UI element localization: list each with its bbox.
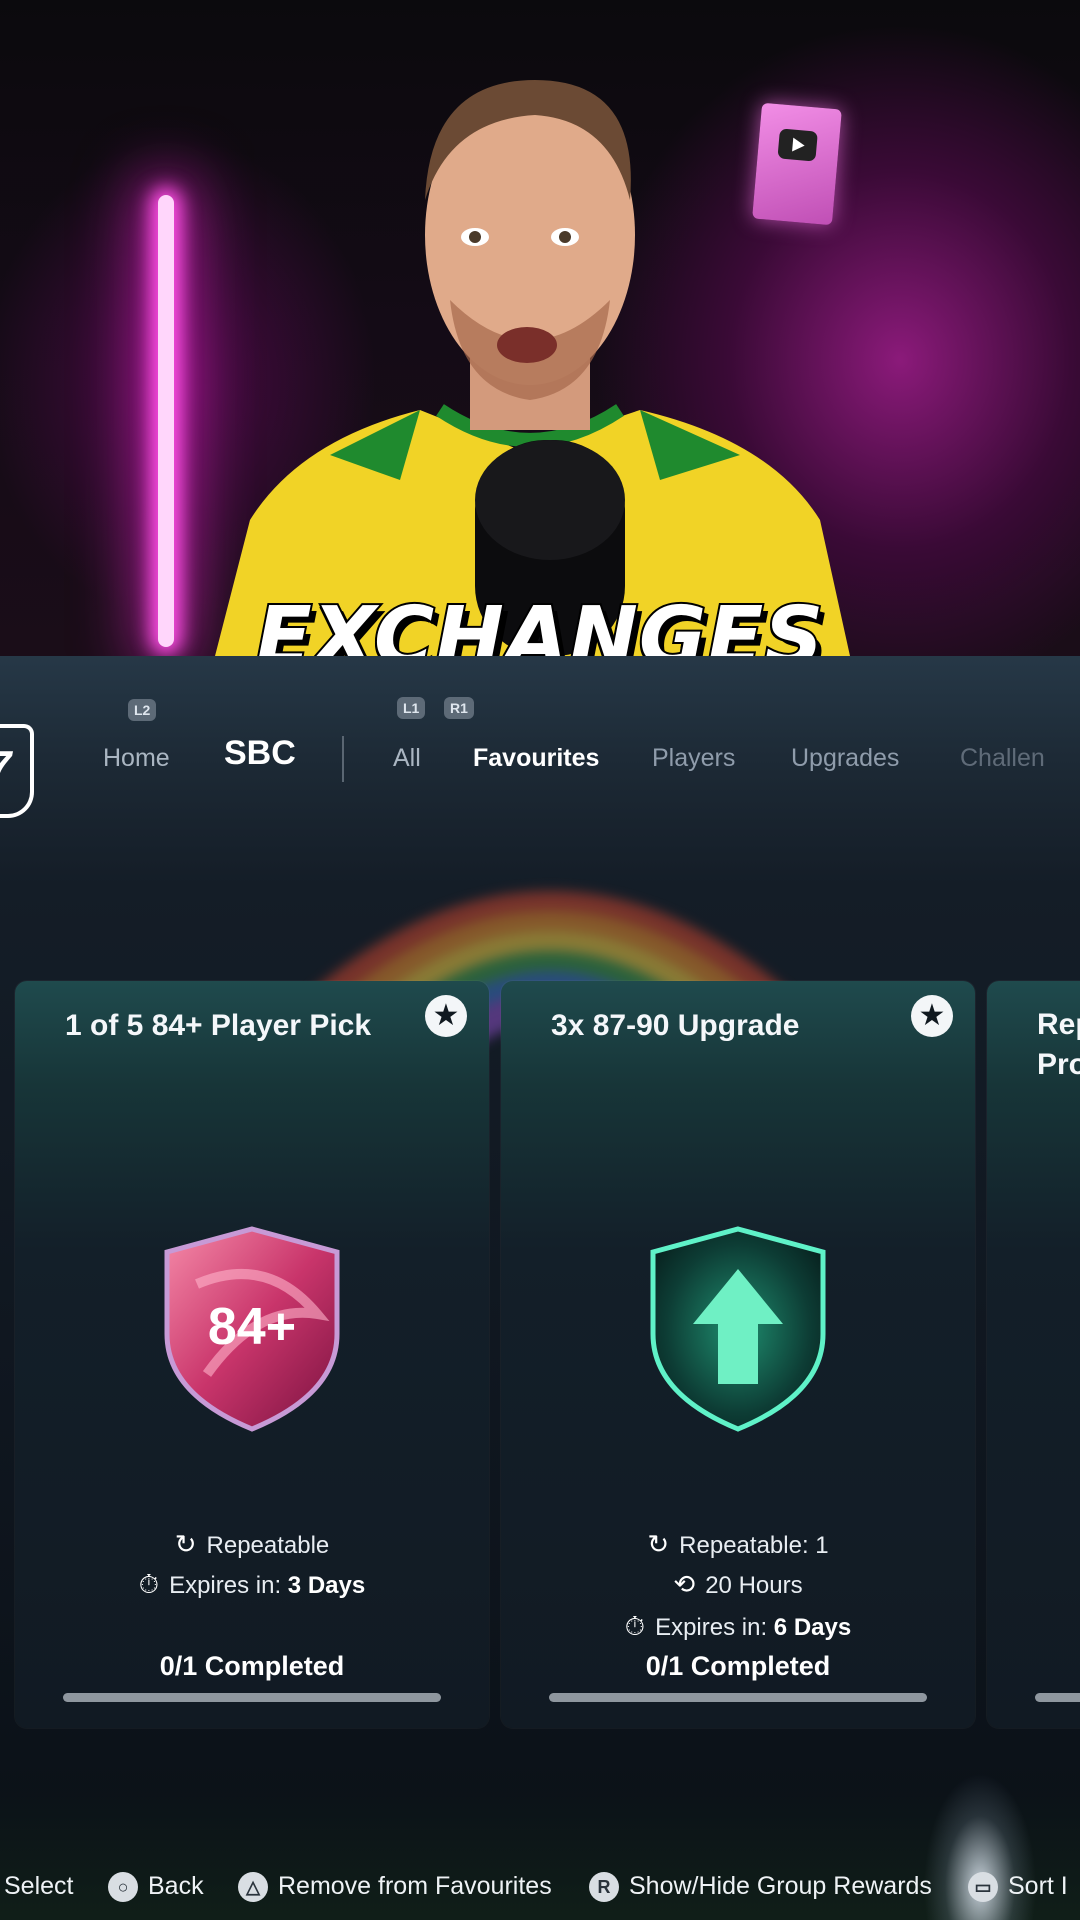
completion-status: 0/1 Completed (645, 1651, 831, 1681)
stopwatch-icon: ⏱ (138, 1569, 160, 1599)
controller-hints: Select ○ Back △ Remove from Favourites R Sh… (0, 1864, 1080, 1912)
top-navigation: 7 L2 L1 R1 Home SBC All Favourites Playe… (0, 656, 1080, 831)
sbc-card-upgrade[interactable]: 3x 87-90 Upgrade ★ ↻ Repeatable: 1 ⟲ 20 Ho… (501, 981, 975, 1728)
repeat-icon: ↻ (174, 1529, 197, 1559)
video-caption: EXCHANGES (254, 588, 826, 656)
presenter (215, 80, 850, 656)
repeatable-info: ↻ Repeatable (174, 1529, 330, 1559)
player-pick-badge: 84+ (164, 1226, 340, 1432)
touchpad-icon: ▭ (968, 1872, 998, 1903)
tab-players[interactable]: Players (652, 744, 735, 773)
hint-select[interactable]: Select (4, 1872, 73, 1901)
l1-button-hint: L1 (397, 697, 426, 719)
nav-home[interactable]: Home (103, 744, 170, 773)
sbc-card-player-pick[interactable]: 1 of 5 84+ Player Pick ★ 84+ ↻ Repeatable… (15, 981, 489, 1728)
progress-bar (63, 1693, 441, 1702)
tab-challenges[interactable]: Challen (960, 744, 1045, 773)
stopwatch-icon: ⏱ (624, 1611, 646, 1641)
webcam-video: EXCHANGES (0, 0, 1080, 656)
hint-show-hide-rewards[interactable]: R Show/Hide Group Rewards (589, 1872, 932, 1903)
badge-label: 84+ (208, 1298, 296, 1356)
fc-logo: 7 (0, 724, 34, 818)
history-icon: ⟲ (673, 1569, 696, 1599)
circle-button-icon: ○ (108, 1872, 138, 1903)
expiry-info: ⏱ Expires in: 6 Days (624, 1611, 852, 1641)
progress-bar (549, 1693, 927, 1702)
hint-sort[interactable]: ▭ Sort I (968, 1872, 1068, 1903)
completion-status: 0/1 Completed (159, 1651, 345, 1681)
star-icon[interactable]: ★ (425, 995, 467, 1037)
repeatable-info: ↻ Repeatable: 1 (647, 1529, 829, 1559)
tab-all[interactable]: All (393, 744, 421, 773)
progress-bar (1035, 1693, 1080, 1702)
nav-sbc[interactable]: SBC (224, 734, 296, 773)
nav-divider (342, 736, 344, 782)
card-title: Rep Pro (1037, 1008, 1080, 1081)
l2-button-hint: L2 (128, 699, 157, 721)
expiry-info: ⏱ Expires in: 3 Days (138, 1569, 366, 1599)
hint-back[interactable]: ○ Back (108, 1872, 204, 1903)
card-title: 3x 87-90 Upgrade (551, 1009, 800, 1042)
refresh-info: ⟲ 20 Hours (673, 1569, 803, 1599)
sbc-screen: 7 L2 L1 R1 Home SBC All Favourites Playe… (0, 656, 1080, 1920)
tab-upgrades[interactable]: Upgrades (791, 744, 899, 773)
tab-favourites[interactable]: Favourites (473, 744, 599, 773)
sbc-card-partial[interactable]: Rep Pro (987, 981, 1080, 1728)
star-icon[interactable]: ★ (911, 995, 953, 1037)
repeat-icon: ↻ (647, 1529, 670, 1559)
upgrade-badge (650, 1226, 826, 1432)
r1-button-hint: R1 (444, 697, 474, 719)
r-stick-icon: R (589, 1872, 619, 1903)
triangle-button-icon: △ (238, 1872, 268, 1903)
card-title: 1 of 5 84+ Player Pick (65, 1009, 372, 1042)
hint-remove-favourite[interactable]: △ Remove from Favourites (238, 1872, 552, 1903)
